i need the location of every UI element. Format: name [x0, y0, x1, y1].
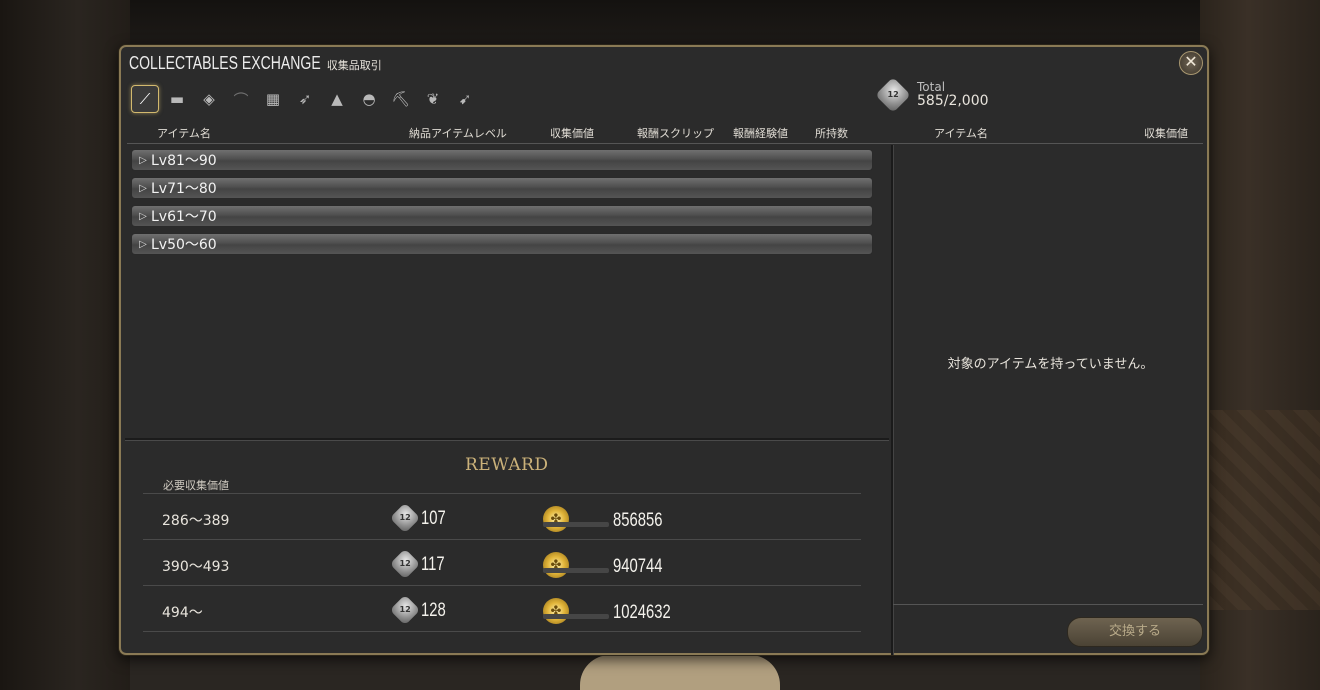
- reward-exp-value: 940744: [613, 556, 663, 577]
- empty-message: 対象のアイテムを持っていません。: [947, 357, 1154, 372]
- window-title: COLLECTABLES EXCHANGE 収集品取引: [129, 53, 382, 74]
- pickaxe-icon[interactable]: ⛏: [387, 85, 415, 113]
- header-item-level[interactable]: 納品アイテムレベル: [409, 125, 507, 141]
- header-reward-exp[interactable]: 報酬経験値: [733, 125, 788, 141]
- scrip-total: 12 Total 585/2,000: [875, 77, 989, 113]
- header-right-collectability[interactable]: 収集価値: [1144, 125, 1188, 141]
- background-left-wall: [0, 0, 130, 690]
- reward-title: REWARD: [465, 455, 549, 475]
- expand-arrow-icon: ▷: [139, 238, 147, 250]
- column-headers: アイテム名 納品アイテムレベル 収集価値 報酬スクリップ 報酬経験値 所持数 ア…: [121, 125, 1207, 143]
- total-value: 585/2,000: [917, 93, 989, 109]
- reward-exp: ✤ 856856: [543, 506, 676, 532]
- background-ceiling: [130, 0, 1200, 50]
- owned-items-pane: 対象のアイテムを持っていません。: [894, 145, 1207, 605]
- hide-icon[interactable]: ▦: [259, 85, 287, 113]
- category-label: Lv71～80: [151, 181, 217, 197]
- reward-scrip: 12 107: [389, 502, 453, 534]
- reward-range: 286～389: [162, 513, 230, 529]
- bread-icon[interactable]: ◓: [355, 85, 383, 113]
- reward-exp: ✤ 940744: [543, 552, 676, 578]
- total-label: Total: [917, 80, 946, 94]
- reward-scrip-value: 128: [421, 600, 446, 621]
- exp-icon: ✤: [543, 552, 569, 578]
- category-lv50-60[interactable]: ▷ Lv50～60: [131, 233, 873, 255]
- scrip-icon-label: 12: [399, 559, 411, 569]
- scrip-icon-label: 12: [887, 90, 899, 100]
- required-collectability-label: 必要収集価値: [163, 479, 229, 492]
- expand-arrow-icon: ▷: [139, 182, 147, 194]
- header-owned[interactable]: 所持数: [815, 125, 848, 141]
- scrip-icon-label: 12: [399, 513, 411, 523]
- scrip-icon: 12: [389, 502, 421, 534]
- reward-divider: [125, 438, 889, 441]
- flask-icon[interactable]: ▲: [323, 85, 351, 113]
- reward-table: 286～389 12 107 ✤ 856856 390～493 12 117 ✤…: [143, 493, 861, 632]
- reward-scrip-value: 117: [421, 554, 445, 575]
- background-crate: [1210, 410, 1320, 610]
- header-right-item-name[interactable]: アイテム名: [934, 125, 988, 141]
- exchange-button[interactable]: 交換する: [1067, 617, 1203, 647]
- job-tabs: ⟋ ▬ ◈ ⌒ ▦ ➶ ▲ ◓ ⛏ ❦ ➹: [131, 85, 479, 113]
- close-icon[interactable]: ✕: [1179, 51, 1203, 75]
- header-reward-scrip[interactable]: 報酬スクリップ: [637, 125, 714, 141]
- scrip-icon: 12: [875, 77, 911, 113]
- reward-exp-value: 1024632: [613, 602, 671, 623]
- reward-exp: ✤ 1024632: [543, 598, 687, 624]
- background-character: [580, 655, 780, 690]
- category-lv81-90[interactable]: ▷ Lv81～90: [131, 149, 873, 171]
- crown-icon[interactable]: ⌒: [227, 85, 255, 113]
- category-list: ▷ Lv81～90 ▷ Lv71～80 ▷ Lv61～70 ▷ Lv50～60: [127, 145, 889, 435]
- exp-bar: [543, 522, 609, 527]
- header-collectability[interactable]: 収集価値: [550, 125, 594, 141]
- reward-exp-value: 856856: [613, 510, 663, 531]
- total-text: Total 585/2,000: [917, 81, 989, 109]
- helmet-icon[interactable]: ◈: [195, 85, 223, 113]
- expand-arrow-icon: ▷: [139, 210, 147, 222]
- category-lv71-80[interactable]: ▷ Lv71～80: [131, 177, 873, 199]
- scrip-icon: 12: [389, 594, 421, 626]
- category-label: Lv61～70: [151, 209, 217, 225]
- reward-row: 390～493 12 117 ✤ 940744: [143, 539, 861, 585]
- reward-row: 286～389 12 107 ✤ 856856: [143, 493, 861, 539]
- exp-icon: ✤: [543, 506, 569, 532]
- reward-scrip-value: 107: [421, 508, 446, 529]
- header-item-name[interactable]: アイテム名: [157, 125, 211, 141]
- fish-icon[interactable]: ➹: [451, 85, 479, 113]
- reward-scrip: 12 117: [389, 548, 451, 580]
- reward-row: 494～ 12 128 ✤ 1024632: [143, 585, 861, 632]
- window-title-main: COLLECTABLES EXCHANGE: [129, 53, 321, 73]
- category-lv61-70[interactable]: ▷ Lv61～70: [131, 205, 873, 227]
- window-title-sub: 収集品取引: [326, 59, 382, 72]
- reward-range: 390～493: [162, 559, 230, 575]
- right-pane-divider: [893, 604, 1203, 605]
- sickle-icon[interactable]: ❦: [419, 85, 447, 113]
- reward-scrip: 12 128: [389, 594, 453, 626]
- reward-range: 494～: [162, 605, 203, 621]
- exp-bar: [543, 614, 609, 619]
- scrip-icon-label: 12: [399, 605, 411, 615]
- collectables-exchange-window: COLLECTABLES EXCHANGE 収集品取引 ✕ ⟋ ▬ ◈ ⌒ ▦ ➶ ▲ ◓ ⛏ ❦…: [119, 45, 1209, 655]
- scrip-icon: 12: [389, 548, 421, 580]
- header-divider: [127, 143, 1203, 144]
- anvil-icon[interactable]: ▬: [163, 85, 191, 113]
- category-label: Lv50～60: [151, 237, 217, 253]
- category-label: Lv81～90: [151, 153, 217, 169]
- exp-icon: ✤: [543, 598, 569, 624]
- needle-icon[interactable]: ➶: [291, 85, 319, 113]
- saw-icon[interactable]: ⟋: [131, 85, 159, 113]
- expand-arrow-icon: ▷: [139, 154, 147, 166]
- exp-bar: [543, 568, 609, 573]
